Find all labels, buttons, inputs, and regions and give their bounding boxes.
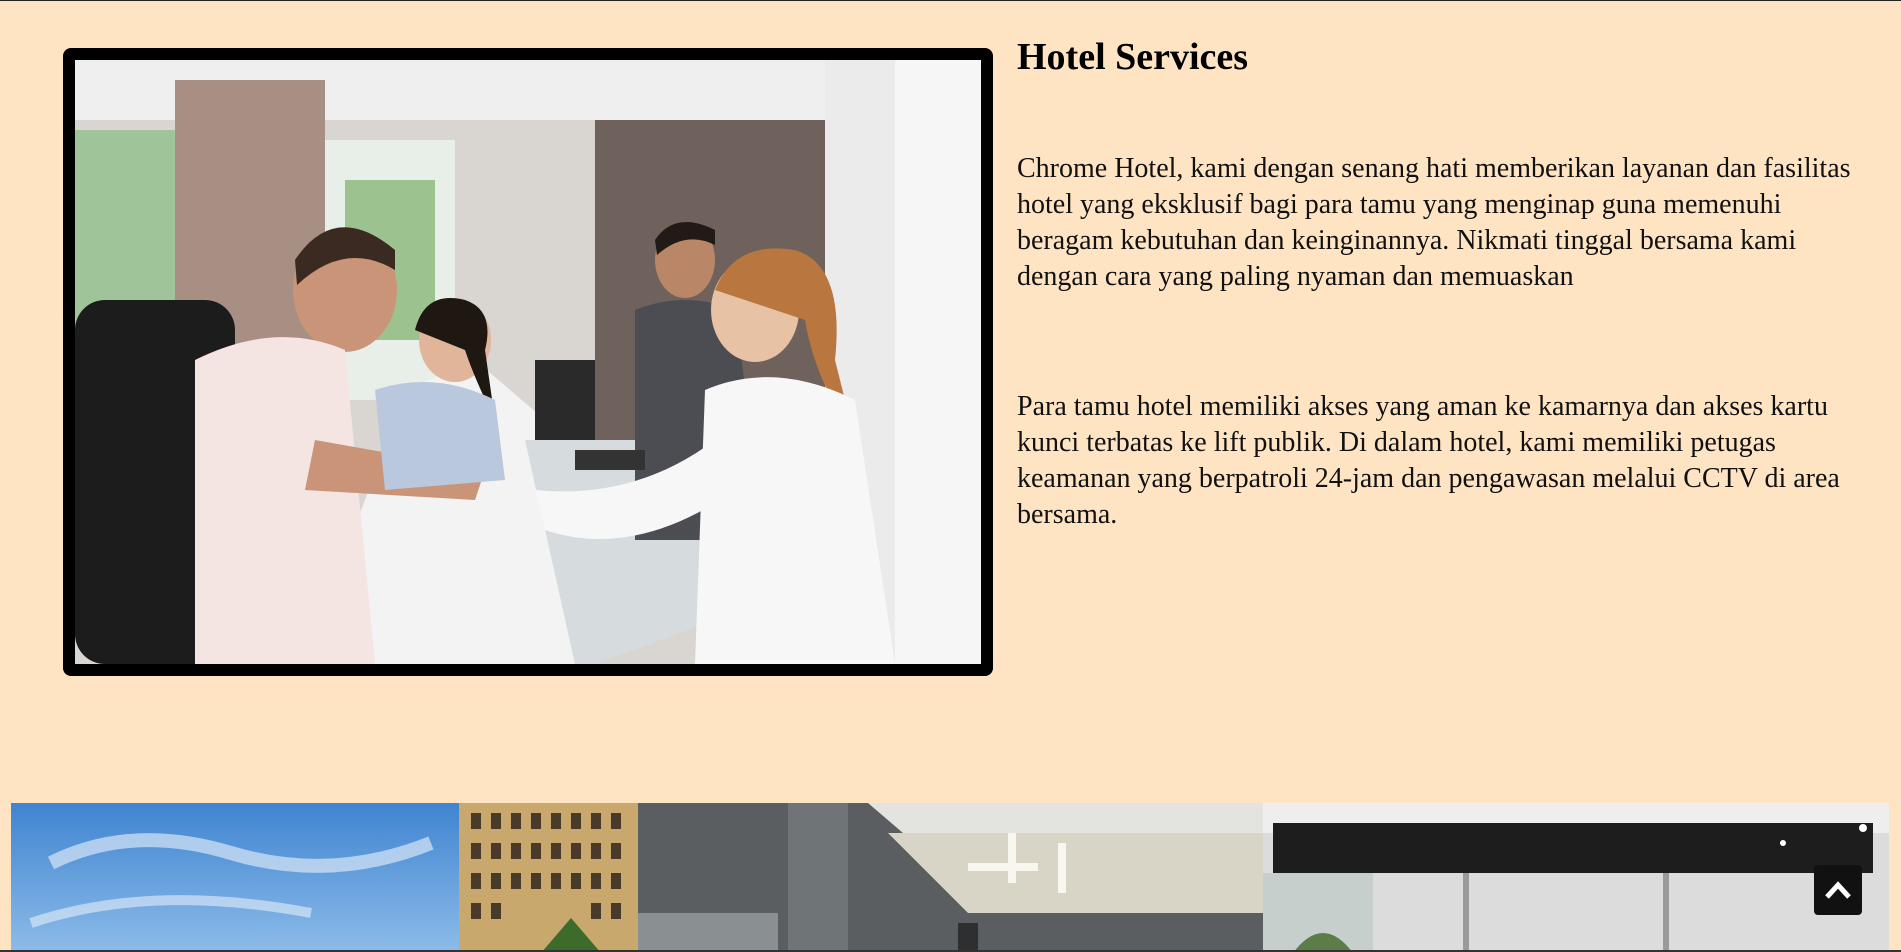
gallery-image-exterior (11, 803, 638, 952)
reception-photo-frame (63, 48, 993, 676)
page-title: Hotel Services (1017, 36, 1249, 78)
chevron-up-icon (1825, 881, 1851, 899)
scroll-to-top-button[interactable] (1814, 865, 1862, 915)
page: Hotel Services Chrome Hotel, kami dengan… (0, 0, 1901, 952)
gallery-image-hall (1263, 803, 1889, 952)
gallery-image-lobby (638, 803, 1263, 952)
reception-photo (75, 60, 981, 664)
services-intro-paragraph: Chrome Hotel, kami dengan senang hati me… (1017, 153, 1851, 292)
services-security-paragraph: Para tamu hotel memiliki akses yang aman… (1017, 391, 1840, 530)
hotel-gallery-strip (11, 803, 1889, 952)
